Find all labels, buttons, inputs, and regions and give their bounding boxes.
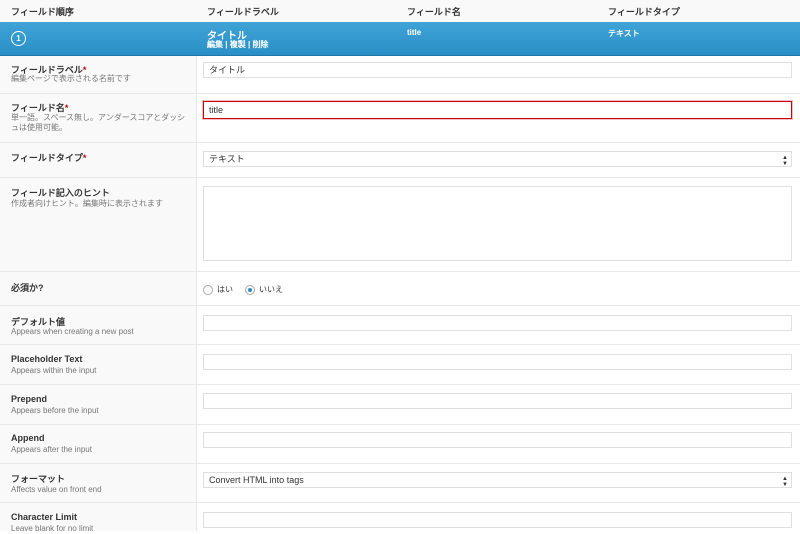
radio-label: はい [217,285,233,294]
field-row-name: title [407,28,422,37]
setting-title-text: フィールドタイプ [11,153,83,163]
setting-prepend: Prepend Appears before the input [0,385,800,425]
header-field-label: フィールドラベル [207,7,279,17]
setting-label-cell: フィールド名* 単一語。スペース無し。アンダースコアとダッシュは使用可能。 [0,94,197,142]
setting-title: 必須か? [11,283,44,293]
header-field-name: フィールド名 [407,7,461,17]
field-type-selected-value: テキスト [209,154,245,164]
placeholder-input[interactable] [203,354,792,370]
append-input[interactable] [203,432,792,448]
setting-label-cell: Placeholder Text Appears within the inpu… [0,345,197,384]
field-order-badge[interactable]: 1 [11,31,26,46]
setting-field-name: フィールド名* 単一語。スペース無し。アンダースコアとダッシュは使用可能。 ti… [0,94,800,143]
required-asterisk: * [82,153,87,163]
default-value-input[interactable] [203,315,792,331]
setting-label-cell: フィールドタイプ* [0,143,197,177]
field-label-input[interactable]: タイトル [203,62,792,78]
formatting-select[interactable]: Convert HTML into tags ▲ ▼ [203,472,792,488]
select-updown-icon: ▲ ▼ [782,155,788,167]
setting-field-label: フィールドラベル* 編集ページで表示される名前です タイトル [0,56,800,94]
instructions-textarea[interactable] [203,186,792,261]
setting-title: Prepend [11,394,48,404]
field-row-actions: 編集 | 複製 | 削除 [207,39,268,50]
radio-label: いいえ [259,285,283,294]
setting-desc: Leave blank for no limit [11,524,94,533]
setting-desc: 作成者向けヒント。編集時に表示されます [11,199,163,208]
setting-title: Append [11,433,45,443]
header-field-type: フィールドタイプ [608,7,680,17]
action-separator: | [247,40,251,49]
delete-link[interactable]: 削除 [252,40,268,49]
setting-title: Character Limit [11,512,78,522]
field-row-active[interactable]: 1 タイトル title テキスト 編集 | 複製 | 削除 [0,22,800,56]
prepend-input[interactable] [203,393,792,409]
setting-default-value: デフォルト値 Appears when creating a new post [0,306,800,345]
field-name-input[interactable]: title [203,101,792,119]
setting-label-cell: フォーマット Affects value on front end [0,464,197,502]
setting-label-cell: デフォルト値 Appears when creating a new post [0,306,197,344]
setting-placeholder: Placeholder Text Appears within the inpu… [0,345,800,385]
field-type-select[interactable]: テキスト ▲ ▼ [203,151,792,167]
setting-desc: Appears within the input [11,366,97,375]
setting-append: Append Appears after the input [0,425,800,464]
edit-link[interactable]: 編集 [207,40,223,49]
setting-title: Placeholder Text [11,354,83,364]
header-field-order: フィールド順序 [11,7,74,17]
setting-label-cell: Prepend Appears before the input [0,385,197,424]
setting-desc: Appears before the input [11,406,99,415]
setting-field-type: フィールドタイプ* テキスト ▲ ▼ [0,143,800,178]
setting-desc: Appears after the input [11,445,92,454]
radio-circle-checked[interactable] [245,284,255,295]
setting-desc: 単一語。スペース無し。アンダースコアとダッシュは使用可能。 [11,113,186,132]
action-separator: | [225,40,228,49]
select-updown-icon: ▲ ▼ [782,476,788,488]
setting-title: フォーマット [11,474,66,484]
required-no-radio[interactable]: いいえ [245,284,283,295]
setting-label-cell: フィールド記入のヒント 作成者向けヒント。編集時に表示されます [0,178,197,271]
char-limit-input[interactable] [203,512,792,528]
setting-title: フィールドタイプ* [11,151,86,164]
setting-label-cell: Character Limit Leave blank for no limit [0,503,197,533]
field-row-type: テキスト [608,29,640,38]
setting-title: フィールド記入のヒント [11,188,110,198]
formatting-selected-value: Convert HTML into tags [209,475,304,485]
required-yes-radio[interactable]: はい [203,284,233,295]
setting-formatting: フォーマット Affects value on front end Conver… [0,464,800,503]
radio-circle[interactable] [203,284,213,295]
setting-desc: Appears when creating a new post [11,327,134,336]
setting-label-cell: Append Appears after the input [0,425,197,463]
setting-desc: Affects value on front end [11,485,102,494]
setting-instructions: フィールド記入のヒント 作成者向けヒント。編集時に表示されます [0,178,800,272]
setting-label-cell: 必須か? [0,272,197,305]
setting-label-cell: フィールドラベル* 編集ページで表示される名前です [0,56,197,93]
duplicate-link[interactable]: 複製 [230,40,246,49]
setting-title-text: フィールド名 [11,103,65,113]
field-table-header: フィールド順序 フィールドラベル フィールド名 フィールドタイプ [0,0,800,23]
setting-char-limit: Character Limit Leave blank for no limit [0,503,800,533]
setting-desc: 編集ページで表示される名前です [11,74,131,83]
setting-required: 必須か? はい いいえ [0,272,800,306]
required-asterisk: * [64,103,69,113]
